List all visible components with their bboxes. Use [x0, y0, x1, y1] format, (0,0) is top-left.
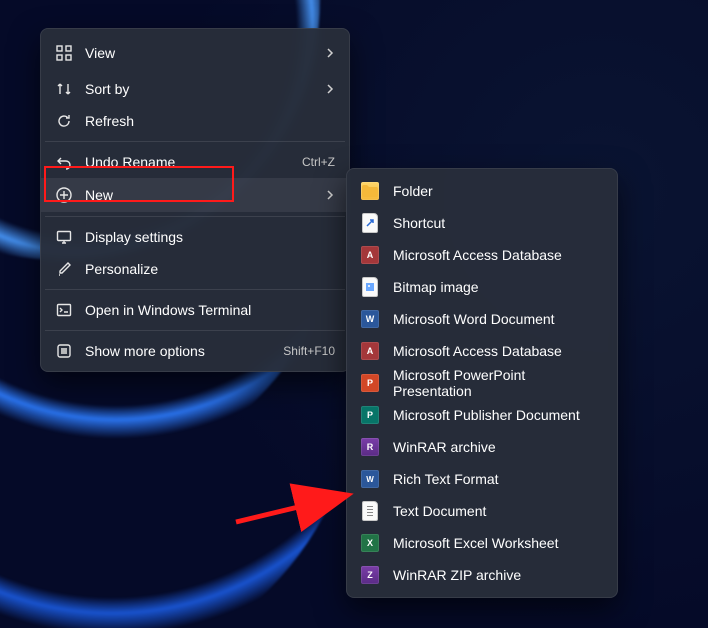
- menu-separator: [45, 289, 345, 290]
- personalize-icon: [55, 260, 73, 278]
- submenu-item-excel[interactable]: X Microsoft Excel Worksheet: [347, 527, 617, 559]
- menu-separator: [45, 216, 345, 217]
- menu-item-label: Personalize: [85, 261, 335, 277]
- winrar-icon: R: [361, 438, 379, 456]
- submenu-item-label: Microsoft Publisher Document: [393, 407, 603, 423]
- more-icon: [55, 342, 73, 360]
- menu-item-label: Open in Windows Terminal: [85, 302, 335, 318]
- text-icon: [361, 502, 379, 520]
- chevron-right-icon: [325, 190, 335, 200]
- submenu-item-word[interactable]: W Microsoft Word Document: [347, 303, 617, 335]
- menu-item-shortcut: Ctrl+Z: [302, 155, 335, 169]
- new-submenu: Folder Shortcut A Microsoft Access Datab…: [346, 168, 618, 598]
- desktop-context-menu: View Sort by Refresh Undo Rena: [40, 28, 350, 372]
- submenu-item-label: Microsoft Access Database: [393, 343, 603, 359]
- menu-item-label: Refresh: [85, 113, 335, 129]
- submenu-item-winrar-zip[interactable]: Z WinRAR ZIP archive: [347, 559, 617, 591]
- submenu-item-access-2[interactable]: A Microsoft Access Database: [347, 335, 617, 367]
- submenu-item-label: Folder: [393, 183, 603, 199]
- submenu-item-label: Microsoft Access Database: [393, 247, 603, 263]
- submenu-item-label: Microsoft Excel Worksheet: [393, 535, 603, 551]
- folder-icon: [361, 182, 379, 200]
- menu-item-undo-rename[interactable]: Undo Rename Ctrl+Z: [41, 146, 349, 178]
- menu-item-new[interactable]: New: [41, 178, 349, 212]
- undo-icon: [55, 153, 73, 171]
- menu-separator: [45, 141, 345, 142]
- menu-item-view[interactable]: View: [41, 33, 349, 73]
- rtf-icon: W: [361, 470, 379, 488]
- view-icon: [55, 44, 73, 62]
- menu-item-label: Sort by: [85, 81, 325, 97]
- menu-item-shortcut: Shift+F10: [283, 344, 335, 358]
- submenu-item-label: Text Document: [393, 503, 603, 519]
- chevron-right-icon: [325, 48, 335, 58]
- powerpoint-icon: P: [361, 374, 379, 392]
- submenu-item-label: Bitmap image: [393, 279, 603, 295]
- submenu-item-publisher[interactable]: P Microsoft Publisher Document: [347, 399, 617, 431]
- menu-item-refresh[interactable]: Refresh: [41, 105, 349, 137]
- excel-icon: X: [361, 534, 379, 552]
- winrar-zip-icon: Z: [361, 566, 379, 584]
- submenu-item-label: WinRAR ZIP archive: [393, 567, 603, 583]
- menu-separator: [45, 330, 345, 331]
- menu-item-sort-by[interactable]: Sort by: [41, 73, 349, 105]
- submenu-item-powerpoint[interactable]: P Microsoft PowerPoint Presentation: [347, 367, 617, 399]
- menu-item-personalize[interactable]: Personalize: [41, 253, 349, 285]
- menu-item-label: View: [85, 45, 325, 61]
- menu-item-open-terminal[interactable]: Open in Windows Terminal: [41, 294, 349, 326]
- submenu-item-label: WinRAR archive: [393, 439, 603, 455]
- bitmap-icon: [361, 278, 379, 296]
- shortcut-icon: [361, 214, 379, 232]
- chevron-right-icon: [325, 84, 335, 94]
- submenu-item-label: Microsoft Word Document: [393, 311, 603, 327]
- submenu-item-label: Rich Text Format: [393, 471, 603, 487]
- menu-item-display-settings[interactable]: Display settings: [41, 221, 349, 253]
- submenu-item-rtf[interactable]: W Rich Text Format: [347, 463, 617, 495]
- submenu-item-label: Microsoft PowerPoint Presentation: [393, 367, 603, 399]
- menu-item-show-more-options[interactable]: Show more options Shift+F10: [41, 335, 349, 367]
- submenu-item-label: Shortcut: [393, 215, 603, 231]
- submenu-item-access[interactable]: A Microsoft Access Database: [347, 239, 617, 271]
- submenu-item-shortcut[interactable]: Shortcut: [347, 207, 617, 239]
- menu-item-label: Display settings: [85, 229, 335, 245]
- menu-item-label: Show more options: [85, 343, 283, 359]
- display-icon: [55, 228, 73, 246]
- word-icon: W: [361, 310, 379, 328]
- submenu-item-winrar[interactable]: R WinRAR archive: [347, 431, 617, 463]
- new-icon: [55, 186, 73, 204]
- menu-item-label: New: [85, 187, 325, 203]
- access-icon: A: [361, 246, 379, 264]
- submenu-item-text-document[interactable]: Text Document: [347, 495, 617, 527]
- terminal-icon: [55, 301, 73, 319]
- submenu-item-folder[interactable]: Folder: [347, 175, 617, 207]
- sort-icon: [55, 80, 73, 98]
- menu-item-label: Undo Rename: [85, 154, 302, 170]
- access-icon: A: [361, 342, 379, 360]
- publisher-icon: P: [361, 406, 379, 424]
- submenu-item-bitmap[interactable]: Bitmap image: [347, 271, 617, 303]
- refresh-icon: [55, 112, 73, 130]
